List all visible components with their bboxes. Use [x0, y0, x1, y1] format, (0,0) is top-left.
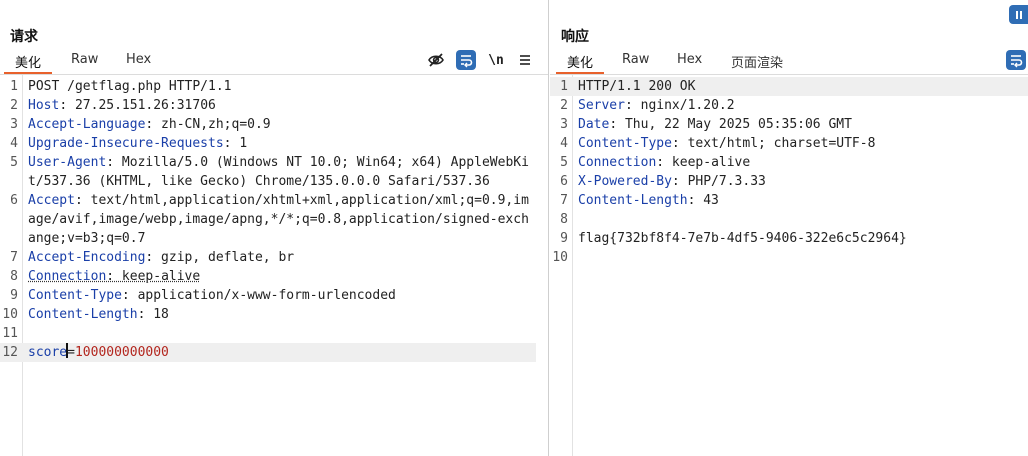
- response-line[interactable]: 5 Connection: keep-alive: [550, 153, 1028, 172]
- header-name: Date: [578, 117, 610, 132]
- response-line[interactable]: 3 Date: Thu, 22 May 2025 05:35:06 GMT: [550, 115, 1028, 134]
- request-line[interactable]: 1 POST /getflag.php HTTP/1.1: [0, 77, 536, 96]
- header-value: application/x-www-form-urlencoded: [129, 288, 396, 303]
- header-name: Content-Type: [28, 288, 122, 303]
- pause-icon[interactable]: [1009, 5, 1028, 24]
- request-line[interactable]: 8 Connection: keep-alive: [0, 267, 536, 286]
- param-name: score: [28, 345, 68, 360]
- request-line[interactable]: 5 User-Agent: Mozilla/5.0 (Windows NT 10.…: [0, 153, 536, 191]
- header-name: Content-Length: [28, 307, 138, 322]
- header-value: zh-CN,zh;q=0.9: [153, 117, 271, 132]
- header-value: nginx/1.20.2: [632, 98, 735, 113]
- flag-text: flag{732bf8f4-7e7b-4df5-9406-322e6c5c296…: [578, 231, 907, 246]
- request-tab-pretty[interactable]: 美化: [3, 52, 53, 74]
- header-value: Thu, 22 May 2025 05:35:06 GMT: [617, 117, 852, 132]
- request-body-line[interactable]: 12 score=100000000000: [0, 343, 536, 362]
- header-name: Accept-Language: [28, 117, 146, 132]
- request-line[interactable]: 6 Accept: text/html,application/xhtml+xml…: [0, 191, 536, 248]
- eye-off-icon[interactable]: [426, 50, 446, 70]
- panel-divider[interactable]: [548, 0, 549, 456]
- request-line[interactable]: 4 Upgrade-Insecure-Requests: 1: [0, 134, 536, 153]
- request-line[interactable]: 3 Accept-Language: zh-CN,zh;q=0.9: [0, 115, 536, 134]
- request-line[interactable]: 7 Accept-Encoding: gzip, deflate, br: [0, 248, 536, 267]
- header-value: text/html,application/xhtml+xml,applicat…: [28, 193, 529, 246]
- request-tab-hex[interactable]: Hex: [126, 52, 151, 67]
- request-line[interactable]: 9 Content-Type: application/x-www-form-ur…: [0, 286, 536, 305]
- response-line[interactable]: 1 HTTP/1.1 200 OK: [550, 77, 1028, 96]
- param-equals: =: [67, 345, 75, 360]
- response-line[interactable]: 10: [550, 248, 1028, 267]
- wrap-icon[interactable]: [1006, 50, 1026, 70]
- header-value: 1: [231, 136, 248, 151]
- header-value: 43: [695, 193, 719, 208]
- request-title: 请求: [10, 29, 38, 45]
- response-body-line[interactable]: 9 flag{732bf8f4-7e7b-4df5-9406-322e6c5c29…: [550, 229, 1028, 248]
- header-name: Content-Length: [578, 193, 688, 208]
- wrap-icon[interactable]: [456, 50, 476, 70]
- header-name: X-Powered-By: [578, 174, 672, 189]
- header-value: gzip, deflate, br: [153, 250, 295, 265]
- header-value: 18: [145, 307, 169, 322]
- response-tab-hex[interactable]: Hex: [677, 52, 702, 67]
- response-tab-render[interactable]: 页面渲染: [731, 52, 783, 71]
- param-value: 100000000000: [74, 345, 169, 360]
- header-name: Content-Type: [578, 136, 672, 151]
- response-line[interactable]: 6 X-Powered-By: PHP/7.3.33: [550, 172, 1028, 191]
- newline-icon[interactable]: \n: [486, 50, 506, 70]
- header-name: Connection: [578, 155, 657, 170]
- response-line[interactable]: 2 Server: nginx/1.20.2: [550, 96, 1028, 115]
- header-value: text/html; charset=UTF-8: [679, 136, 876, 151]
- response-tab-pretty[interactable]: 美化: [555, 52, 605, 74]
- response-line[interactable]: 4 Content-Type: text/html; charset=UTF-8: [550, 134, 1028, 153]
- response-title: 响应: [561, 29, 589, 45]
- menu-icon[interactable]: [515, 50, 535, 70]
- request-line[interactable]: 10 Content-Length: 18: [0, 305, 536, 324]
- response-tabs: 美化 Raw Hex 页面渲染: [550, 50, 1028, 74]
- request-panel: 请求 美化 Raw Hex \n 1 POST /getflag.php HTTP…: [0, 0, 548, 456]
- header-name: Connection: [28, 269, 107, 284]
- header-name: Server: [578, 98, 625, 113]
- header-name: Accept-Encoding: [28, 250, 146, 265]
- response-tab-raw[interactable]: Raw: [622, 52, 649, 67]
- header-value: keep-alive: [114, 269, 201, 284]
- request-line[interactable]: 11: [0, 324, 536, 343]
- header-name: Accept: [28, 193, 75, 208]
- header-name: User-Agent: [28, 155, 107, 170]
- header-value: PHP/7.3.33: [679, 174, 766, 189]
- request-line[interactable]: 2 Host: 27.25.151.26:31706: [0, 96, 536, 115]
- request-editor[interactable]: 1 POST /getflag.php HTTP/1.1 2 Host: 27.25…: [0, 75, 548, 456]
- header-name: Host: [28, 98, 60, 113]
- response-editor[interactable]: 1 HTTP/1.1 200 OK 2 Server: nginx/1.20.2 3…: [550, 75, 1028, 456]
- response-line[interactable]: 8: [550, 210, 1028, 229]
- header-value: keep-alive: [664, 155, 751, 170]
- header-name: Upgrade-Insecure-Requests: [28, 136, 224, 151]
- response-line[interactable]: 7 Content-Length: 43: [550, 191, 1028, 210]
- response-panel: 响应 美化 Raw Hex 页面渲染 1 HTTP/1.1 200 OK 2 Ser…: [550, 0, 1028, 456]
- header-value: 27.25.151.26:31706: [67, 98, 216, 113]
- request-tab-raw[interactable]: Raw: [71, 52, 98, 67]
